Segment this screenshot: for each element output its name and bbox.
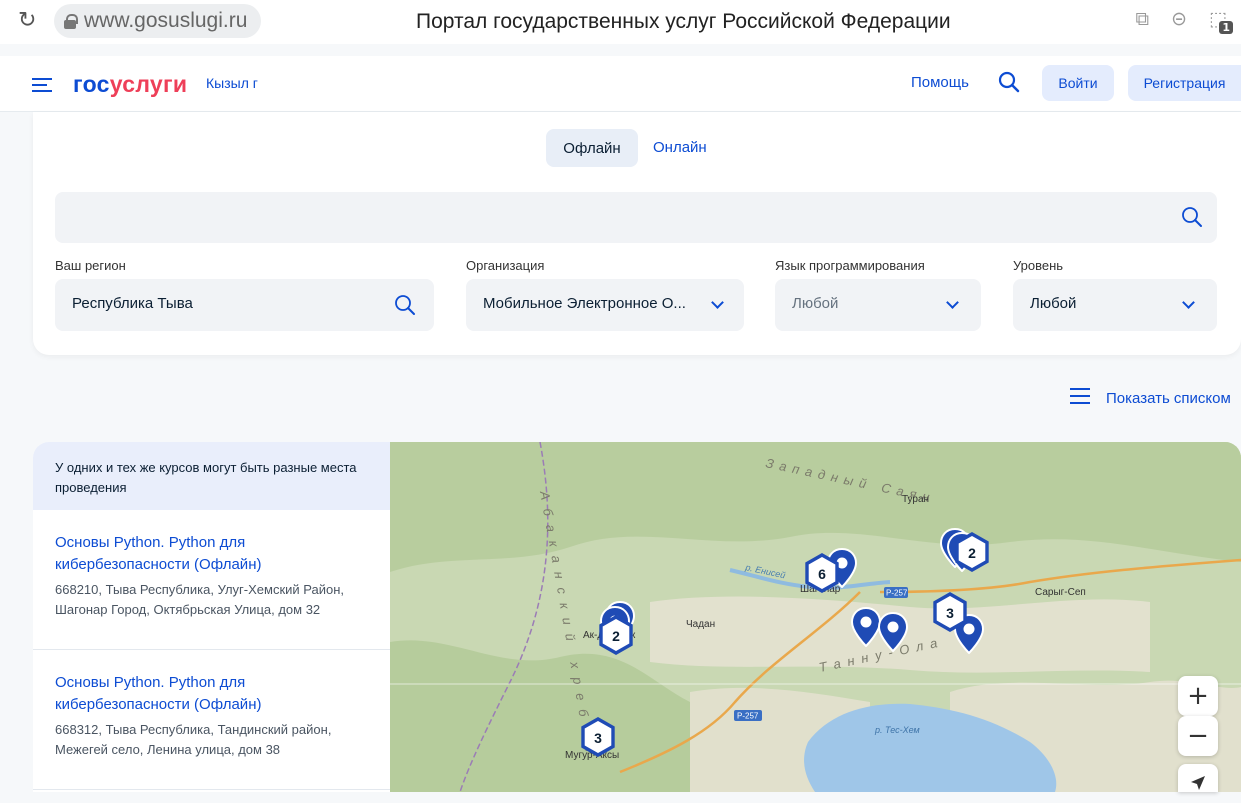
language-label: Язык программирования xyxy=(775,258,925,273)
map-cluster[interactable]: 3 xyxy=(933,592,967,632)
course-list-panel: У одних и тех же курсов могут быть разны… xyxy=(33,442,390,792)
course-address: 668210, Тыва Республика, Улуг-Хемский Ра… xyxy=(55,582,345,617)
road-badge: Р-257 xyxy=(886,589,908,598)
map-cluster[interactable]: 2 xyxy=(955,532,989,572)
reload-icon[interactable]: ↻ xyxy=(18,8,36,33)
map-cluster[interactable]: 2 xyxy=(599,615,633,655)
svg-text:2: 2 xyxy=(612,628,620,644)
info-note: У одних и тех же курсов могут быть разны… xyxy=(33,442,390,510)
level-label: Уровень xyxy=(1013,258,1064,273)
site-header: госуслуги Кызыл г Помощь Войти Регистрац… xyxy=(0,56,1241,112)
tab-offline[interactable]: Офлайн xyxy=(546,129,638,167)
list-item[interactable]: Основы Python. Python для кибербезопасно… xyxy=(33,510,390,650)
zoom-in-button[interactable]: + xyxy=(1178,676,1218,716)
language-select[interactable]: Любой xyxy=(775,279,981,331)
map-label: р. Тес-Хем xyxy=(874,725,920,735)
svg-text:3: 3 xyxy=(946,605,954,621)
tab-online[interactable]: Онлайн xyxy=(653,139,707,156)
register-button[interactable]: Регистрация xyxy=(1128,65,1241,101)
course-title[interactable]: Основы Python. Python для кибербезопасно… xyxy=(55,672,368,716)
lock-icon xyxy=(64,13,78,29)
chevron-down-icon xyxy=(946,296,959,309)
show-list-label: Показать списком xyxy=(1106,390,1231,407)
map-canvas[interactable]: Западный Саян Абаканский хребет Танну-Ол… xyxy=(390,442,1241,792)
list-item[interactable]: Основы Python. Python для кибербезопасно… xyxy=(33,650,390,790)
zoom-out-icon[interactable]: ⊝ xyxy=(1171,8,1187,30)
map-label: Чадан xyxy=(686,619,715,630)
city-selector[interactable]: Кызыл г xyxy=(206,75,258,91)
login-button[interactable]: Войти xyxy=(1042,65,1114,101)
map-cluster[interactable]: 3 xyxy=(581,717,615,757)
menu-icon[interactable] xyxy=(32,78,52,92)
region-field[interactable]: Республика Тыва xyxy=(55,279,434,331)
region-value: Республика Тыва xyxy=(72,295,193,312)
show-list-button[interactable]: Показать списком xyxy=(1070,388,1231,409)
search-icon[interactable] xyxy=(1181,206,1203,233)
search-icon[interactable] xyxy=(394,294,416,320)
course-title[interactable]: Основы Python. Python для кибербезопасно… xyxy=(55,532,368,576)
geolocation-button[interactable] xyxy=(1178,764,1218,792)
svg-text:6: 6 xyxy=(818,566,826,582)
gosuslugi-logo[interactable]: госуслуги xyxy=(73,71,187,98)
url-text: www.gosuslugi.ru xyxy=(84,9,248,32)
search-icon[interactable] xyxy=(998,71,1020,98)
tabs-count: 1 xyxy=(1219,21,1233,34)
course-search-input[interactable] xyxy=(55,192,1217,243)
zoom-out-button[interactable]: − xyxy=(1178,716,1218,756)
organization-select[interactable]: Мобильное Электронное О... xyxy=(466,279,744,331)
map-label: Сарыг-Сеп xyxy=(1035,587,1086,598)
level-select[interactable]: Любой xyxy=(1013,279,1217,331)
filter-card: Офлайн Онлайн Ваш регион Республика Тыва… xyxy=(33,112,1241,355)
help-link[interactable]: Помощь xyxy=(911,74,969,91)
browser-bar: ↻ www.gosuslugi.ru Портал государственны… xyxy=(0,0,1241,44)
location-arrow-icon xyxy=(1191,776,1205,790)
level-value: Любой xyxy=(1030,295,1077,312)
chevron-down-icon xyxy=(1182,296,1195,309)
tabs-icon[interactable]: ⬚ 1 xyxy=(1209,8,1233,34)
organization-label: Организация xyxy=(466,258,545,273)
map-label: Туран xyxy=(902,494,929,505)
svg-text:3: 3 xyxy=(594,730,602,746)
svg-text:2: 2 xyxy=(968,545,976,561)
install-app-icon[interactable]: ⧉ xyxy=(1136,8,1150,30)
organization-value: Мобильное Электронное О... xyxy=(483,295,686,312)
page-title: Портал государственных услуг Российской … xyxy=(416,10,951,33)
region-label: Ваш регион xyxy=(55,258,126,273)
map-cluster[interactable]: 6 xyxy=(805,553,839,593)
list-icon xyxy=(1070,388,1090,409)
chevron-down-icon xyxy=(711,296,724,309)
road-badge: Р-257 xyxy=(737,712,759,721)
browser-tools: ⧉ ⊝ ⬚ 1 xyxy=(1136,8,1233,34)
language-value: Любой xyxy=(792,295,839,312)
course-address: 668312, Тыва Республика, Тандинский райо… xyxy=(55,722,332,757)
address-bar[interactable]: www.gosuslugi.ru xyxy=(54,4,262,38)
map-view[interactable]: Западный Саян Абаканский хребет Танну-Ол… xyxy=(390,442,1241,792)
